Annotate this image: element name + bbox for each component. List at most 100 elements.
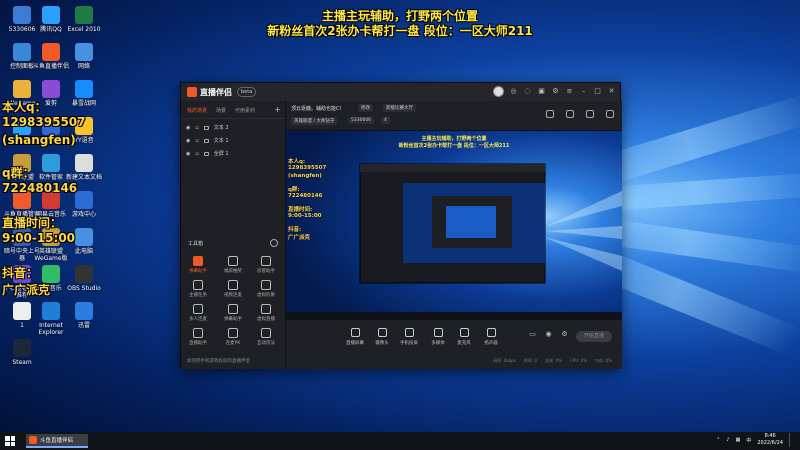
chart-icon[interactable] <box>566 110 574 118</box>
source-item[interactable]: ◉ ▫ 文本 2 <box>181 121 285 134</box>
desktop-icon[interactable]: 新建文本文档 <box>64 154 104 181</box>
stat-item: 丢帧: 0% <box>544 358 562 363</box>
desktop-icon-label: 此电脑 <box>74 248 93 255</box>
tool-item[interactable]: 房管助手 <box>251 256 281 274</box>
app-icon <box>42 43 60 61</box>
eye-icon[interactable]: ◉ <box>186 125 190 131</box>
add-source-button[interactable]: 多媒体 <box>425 328 451 346</box>
lock-icon[interactable]: ▫ <box>195 125 198 131</box>
desktop-icon-label: 游戏中心 <box>71 211 96 218</box>
overlay-group-label: q群： <box>2 166 35 180</box>
tool-item[interactable]: 虚拟直播 <box>251 304 281 322</box>
desktop-icon[interactable]: 暴雪战网 <box>64 80 104 107</box>
tray-chevron-icon[interactable]: ⌃ <box>716 437 720 443</box>
settings-gear-icon[interactable]: ⚙ <box>560 330 569 339</box>
version-badge[interactable]: beta <box>237 87 257 97</box>
preview-desktop-canvas <box>286 131 622 320</box>
monitor-icon[interactable]: ◉ <box>544 330 553 339</box>
eye-icon[interactable]: ◉ <box>186 138 190 144</box>
close-icon[interactable]: ✕ <box>607 87 616 96</box>
tab-scene[interactable]: 场景 <box>216 107 226 114</box>
app-icon <box>75 154 93 172</box>
desktop-icon[interactable]: 网络 <box>64 43 104 70</box>
desktop-icon[interactable]: OBS Studio <box>64 265 104 292</box>
add-source-button[interactable]: 直播屏幕 <box>342 328 368 346</box>
stream-banner-line2: 新粉丝首次2张办卡帮打一盘 段位：一区大师211 <box>267 24 533 38</box>
taskbar-app-live-companion[interactable]: 斗鱼直播伴侣 <box>26 434 88 448</box>
app-titlebar: 直播伴侣 beta ◎ ◌ ▣ ⚙ ≡ – □ ✕ <box>181 83 620 101</box>
tool-icon <box>261 328 271 338</box>
clock[interactable]: 8:46 2022/6/24 <box>757 433 783 447</box>
start-live-button[interactable]: 开始直播 <box>576 331 612 342</box>
toolbox-settings-icon[interactable] <box>270 239 278 247</box>
record-icon[interactable]: ▭ <box>528 330 537 339</box>
tool-item[interactable]: 弹幕助手 <box>218 304 248 322</box>
settings-icon[interactable]: ⚙ <box>551 87 560 96</box>
headset-icon[interactable]: ◎ <box>509 87 518 96</box>
tool-item[interactable]: 弹幕助手 <box>183 256 213 274</box>
toolbox-title: 工具箱 <box>188 241 204 247</box>
tool-item[interactable]: 互动玩法 <box>251 328 281 346</box>
desktop-icon-label: OBS Studio <box>67 285 101 292</box>
lock-icon[interactable]: ▫ <box>195 138 198 144</box>
add-source-button[interactable]: 摄像头 <box>369 328 395 346</box>
menu-icon[interactable]: ≡ <box>565 87 574 96</box>
lock-icon[interactable]: ▫ <box>195 151 198 157</box>
bell-icon[interactable]: ◌ <box>523 87 532 96</box>
tool-icon <box>261 256 271 266</box>
app-icon <box>75 191 93 209</box>
preview-overlay-line: (shangfen) <box>288 173 322 179</box>
tab-materials[interactable]: 可用素材 <box>235 107 255 114</box>
tool-item[interactable]: 直播助手 <box>183 328 213 346</box>
room-label[interactable]: 新版比赛大厅 <box>383 104 416 112</box>
windows-start-icon[interactable] <box>5 436 15 446</box>
gift-icon[interactable]: ▣ <box>537 87 546 96</box>
eye-icon[interactable]: ◉ <box>186 151 190 157</box>
stream-preview[interactable]: 主播主玩辅助，打野两个位置 新粉丝首次2张办卡帮打一盘 段位：一区大师211 本… <box>286 131 622 320</box>
desktop-icon[interactable]: 迅雷 <box>64 302 104 329</box>
edit-title-button[interactable]: 修改 <box>358 104 373 112</box>
add-source-button[interactable]: 扬声器 <box>478 328 504 346</box>
source-item[interactable]: ◉ ▫ 文本 1 <box>181 134 285 147</box>
tab-my-scene[interactable]: 我的场景 <box>187 107 207 114</box>
show-desktop-button[interactable] <box>789 433 792 447</box>
share-icon[interactable] <box>606 110 614 118</box>
text-source-icon <box>203 138 209 143</box>
scene-tabs: 我的场景 场景 可用素材 <box>181 101 285 119</box>
volume-icon[interactable]: ♪ <box>726 437 729 443</box>
desktop-icon[interactable]: Steam <box>2 339 42 366</box>
tool-label: 虚拟直播 <box>257 317 275 322</box>
add-source-button[interactable]: 手机投屏 <box>396 328 422 346</box>
source-type-icon <box>350 328 360 337</box>
source-type-label: 直播屏幕 <box>346 341 364 346</box>
tool-item[interactable]: 连麦PK <box>218 328 248 346</box>
desktop-icon-label: Steam <box>12 359 32 366</box>
source-type-label: 扬声器 <box>484 341 498 346</box>
room-actions <box>546 110 614 118</box>
minimize-icon[interactable]: – <box>579 87 588 96</box>
gift-box-icon[interactable] <box>546 110 554 118</box>
ime-icon[interactable]: 中 <box>746 437 751 444</box>
tool-item[interactable]: 主播任务 <box>183 280 213 298</box>
tool-item[interactable]: 视频连麦 <box>218 280 248 298</box>
source-label: 全屏 1 <box>213 151 229 157</box>
maximize-icon[interactable]: □ <box>593 87 602 96</box>
preview-overlay-line: 抖音: <box>288 227 302 233</box>
app-icon <box>75 43 93 61</box>
network-icon[interactable]: ▦ <box>736 437 741 443</box>
tool-label: 连麦PK <box>225 341 241 346</box>
tool-item[interactable]: 多人连麦 <box>183 304 213 322</box>
desktop-icon[interactable]: 游戏中心 <box>64 191 104 218</box>
add-source-button[interactable]: 麦克风 <box>451 328 477 346</box>
screen-cast-hint-link[interactable]: 如何把手机游戏投屏到直播伴侣 <box>187 358 250 364</box>
text-source-icon <box>203 151 209 156</box>
preview-overlay-line: 722480146 <box>288 193 323 199</box>
preview-overlay-line: q群: <box>288 187 300 193</box>
tool-item[interactable]: 虚拟形象 <box>251 280 281 298</box>
source-item[interactable]: ◉ ▫ 全屏 1 <box>181 147 285 160</box>
room-category[interactable]: 英雄联盟 / 大师钻守 <box>291 117 338 125</box>
user-avatar[interactable] <box>493 86 504 97</box>
tool-item[interactable]: 福袋抽奖 <box>218 256 248 274</box>
user-manage-icon[interactable] <box>586 110 594 118</box>
add-source-icon[interactable]: + <box>274 105 281 114</box>
